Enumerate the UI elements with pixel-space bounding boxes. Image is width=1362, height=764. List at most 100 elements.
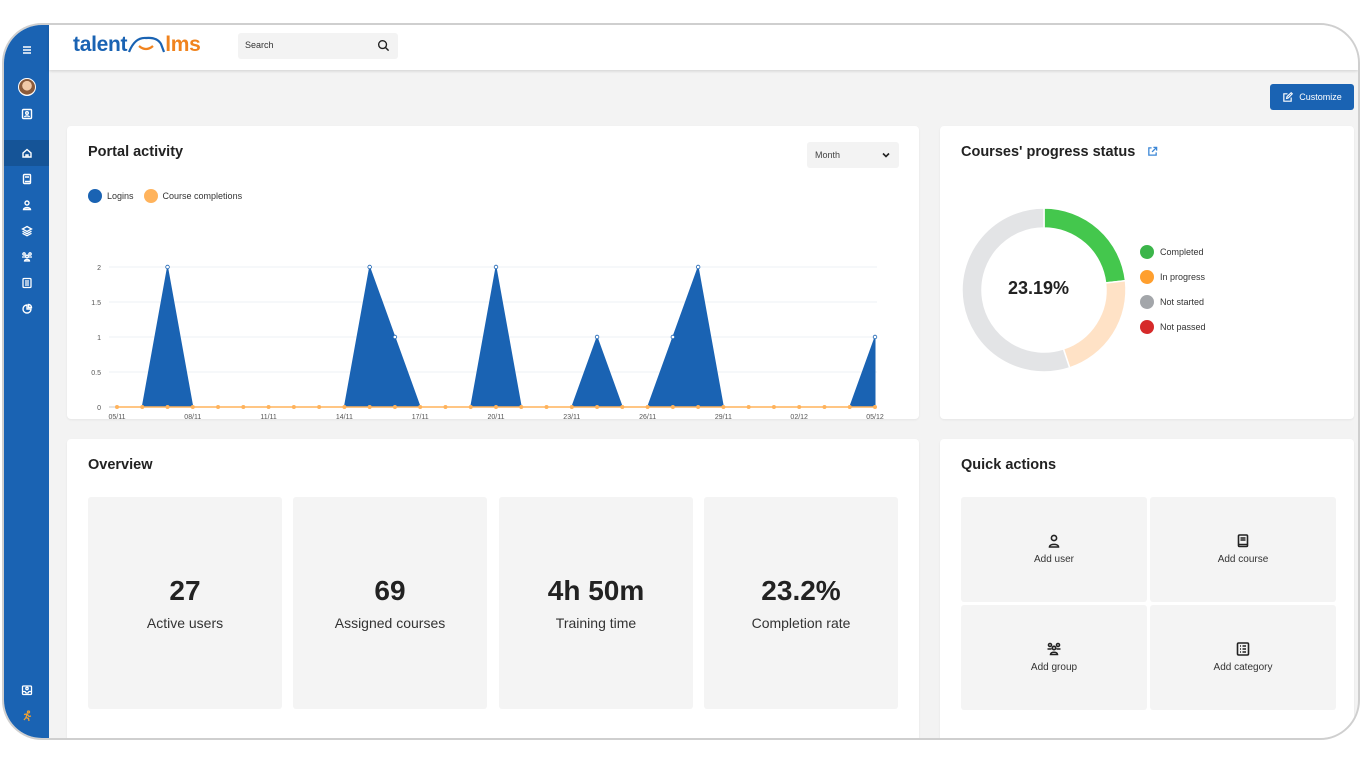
data-point-logins [594,334,600,340]
legend-swatch [1140,244,1154,259]
overview-title: Overview [88,457,153,473]
data-point-course-completions [291,405,296,409]
data-point-course-completions [721,405,726,409]
stat-assigned-courses[interactable]: 69 Assigned courses [293,497,487,709]
group-icon [1047,642,1061,656]
data-point-course-completions [670,405,675,409]
quick-actions-card: Quick actions Add user Add course Add gr… [940,439,1354,738]
stat-value: 27 [169,575,201,606]
data-point-course-completions [216,405,221,409]
stat-value: 69 [374,575,406,606]
layers-icon [20,225,33,237]
data-point-course-completions [418,405,423,409]
data-point-logins [670,334,676,340]
quick-action-label: Add group [1030,662,1078,673]
progress-status-card: Courses' progress status 23.19% Complete… [940,126,1354,419]
x-tick-label: 05/11 [109,414,126,419]
data-point-course-completions [645,405,650,409]
customize-label: Customize [1299,92,1342,102]
data-point-logins [165,264,170,270]
data-point-course-completions [696,405,701,409]
data-point-course-completions [595,405,600,409]
data-point-course-completions [797,405,802,409]
y-tick-label: 2 [97,265,101,272]
data-point-logins [392,334,398,340]
sidebar-item-home[interactable] [4,140,49,166]
add-user-button[interactable]: Add user [961,497,1147,602]
sidebar-item-users[interactable] [4,193,49,217]
stat-value: 23.2% [761,575,841,606]
quick-actions-title: Quick actions [961,457,1057,473]
legend-item-not-passed[interactable]: Not passed [1140,314,1206,339]
data-point-course-completions [190,405,195,409]
x-tick-label: 26/11 [639,414,656,419]
data-point-course-completions [468,405,473,409]
legend-swatch [1140,294,1154,309]
top-bar: talent lms Search [49,25,1358,70]
data-point-course-completions [165,405,170,409]
legend-item-in-progress[interactable]: In progress [1140,264,1206,289]
x-tick-label: 02/12 [790,414,808,419]
add-group-button[interactable]: Add group [961,605,1147,710]
donut-slice-completed[interactable] [1043,207,1127,284]
data-point-course-completions [771,405,776,409]
y-tick-label: 0.5 [91,370,101,377]
x-tick-label: 29/11 [715,414,732,419]
user-icon [1048,534,1060,548]
logo[interactable]: talent lms [73,33,201,57]
logo-text-talent: talent [73,33,128,56]
customize-button[interactable]: Customize [1270,84,1354,110]
sidebar-item-groups[interactable] [4,245,49,269]
data-point-course-completions [847,405,852,409]
legend-swatch [1140,319,1154,334]
avatar[interactable] [4,75,49,99]
pie-chart-icon [21,303,32,314]
data-point-course-completions [266,405,271,409]
donut-slice-in-progress[interactable] [1062,279,1127,369]
stat-completion-rate[interactable]: 23.2% Completion rate [704,497,898,709]
sidebar-item-courses[interactable] [4,167,49,191]
quick-action-label: Add category [1213,662,1273,673]
search-placeholder: Search [245,40,274,50]
legend-item-completed[interactable]: Completed [1140,239,1206,264]
stat-label: Training time [555,615,637,631]
search-input[interactable]: Search [238,33,398,59]
data-point-course-completions [241,405,246,409]
id-card-icon[interactable] [4,102,49,126]
x-tick-label: 08/11 [184,414,201,419]
y-tick-label: 0 [97,405,101,412]
legend-label: In progress [1160,271,1206,282]
sidebar-item-branches[interactable] [4,219,49,243]
quick-action-label: Add course [1217,554,1269,565]
data-point-course-completions [392,405,397,409]
external-link-icon[interactable] [1147,146,1158,157]
data-point-course-completions [822,405,827,409]
sidebar-item-messages[interactable] [4,678,49,702]
data-point-logins [695,264,701,270]
legend-label: Completed [1160,246,1204,257]
data-point-course-completions [569,405,574,409]
legend-item-not-started[interactable]: Not started [1140,289,1206,314]
add-course-button[interactable]: Add course [1150,497,1336,602]
data-point-course-completions [873,405,877,409]
menu-icon[interactable] [4,38,49,62]
data-point-course-completions [620,405,625,409]
x-tick-label: 23/11 [563,414,580,419]
data-point-logins [367,264,372,270]
accessibility-icon[interactable] [4,704,49,728]
data-point-course-completions [746,405,751,409]
y-tick-label: 1 [97,335,101,342]
x-tick-label: 17/11 [412,414,429,419]
legend-swatch [1140,269,1154,284]
app-window: talent lms Search Customize Portal activi… [2,23,1360,740]
search-icon[interactable] [377,39,390,52]
add-category-button[interactable]: Add category [1150,605,1336,710]
data-point-course-completions [443,405,448,409]
progress-status-title: Courses' progress status [961,144,1158,160]
stat-training-time[interactable]: 4h 50m Training time [499,497,693,709]
data-point-course-completions [317,405,322,409]
sidebar-item-reports[interactable] [4,297,49,321]
edit-icon [1283,91,1294,102]
stat-active-users[interactable]: 27 Active users [88,497,282,709]
sidebar-item-categories[interactable] [4,271,49,295]
